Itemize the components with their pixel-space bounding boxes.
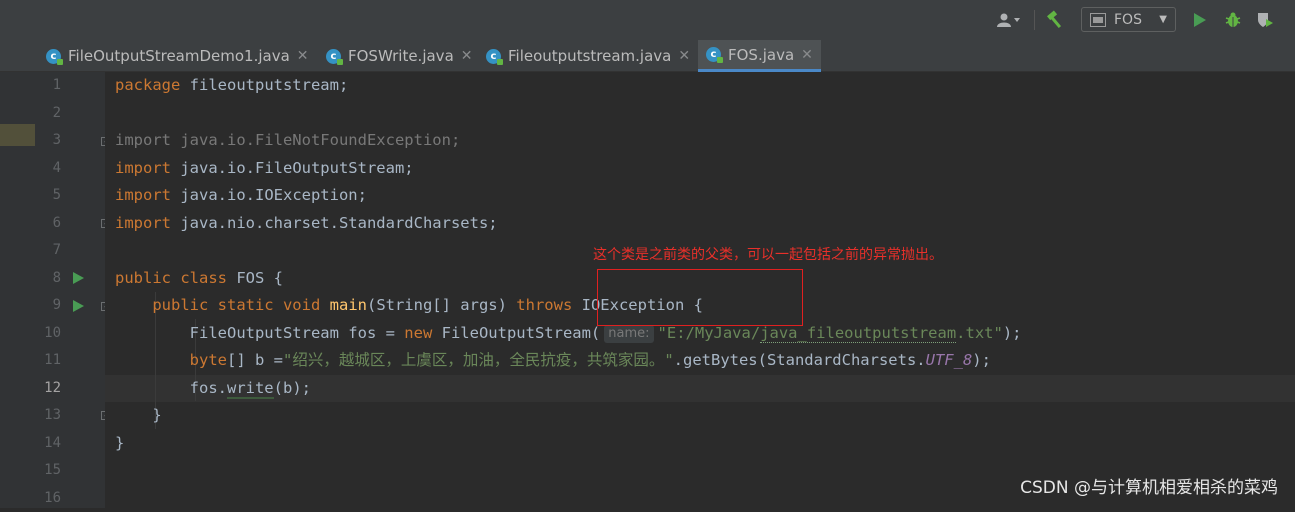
tab-fos[interactable]: c FOS.java ✕ — [698, 40, 821, 72]
code-text: fos. — [190, 379, 227, 397]
keyword: import — [115, 214, 171, 232]
line-number: 11 — [35, 347, 61, 375]
watermark: CSDN @与计算机相爱相杀的菜鸡 — [1020, 473, 1278, 498]
line-number: 3 — [35, 127, 61, 155]
line-number: 14 — [35, 430, 61, 458]
line-number: 6 — [35, 210, 61, 238]
tab-label: FileOutputStreamDemo1.java — [68, 47, 290, 65]
method-call: write — [227, 379, 274, 399]
code-text: java.io.FileOutputStream; — [171, 159, 414, 177]
line-number: 8 — [35, 265, 61, 293]
build-hammer-icon[interactable] — [1042, 0, 1070, 40]
source-code[interactable]: package fileoutputstream; import java.io… — [115, 72, 1022, 457]
keyword: public static void — [152, 296, 320, 314]
keyword: import — [115, 159, 171, 177]
code-text: FOS { — [227, 269, 283, 287]
tab-foswrite[interactable]: c FOSWrite.java ✕ — [318, 40, 478, 72]
line-number: 1 — [35, 72, 61, 100]
line-number: 10 — [35, 320, 61, 348]
code-text: [] b = — [227, 351, 283, 369]
close-icon[interactable]: ✕ — [678, 48, 690, 64]
run-main-gutter-icon[interactable] — [73, 300, 84, 312]
run-configuration-dropdown[interactable]: FOS ▼ — [1081, 7, 1176, 32]
code-text: } — [152, 406, 161, 424]
tab-fileoutputstream[interactable]: c Fileoutputstream.java ✕ — [478, 40, 698, 72]
code-text: FileOutputStream( — [432, 324, 600, 342]
user-icon[interactable] — [992, 0, 1026, 40]
code-text: ); — [1003, 324, 1022, 342]
keyword: throws — [516, 296, 572, 314]
code-text: } — [115, 434, 124, 452]
tab-label: FOS.java — [728, 46, 794, 64]
code-text: fileoutputstream; — [180, 76, 348, 94]
close-icon[interactable]: ✕ — [801, 47, 813, 63]
code-text: (b); — [274, 379, 311, 397]
run-icon[interactable] — [1188, 0, 1212, 40]
keyword: new — [404, 324, 432, 342]
string-literal-typo: java_fileoutputstream — [760, 324, 956, 343]
keyword: import — [115, 186, 171, 204]
code-text: FileOutputStream fos = — [190, 324, 405, 342]
string-literal: "绍兴，越城区，上虞区，加油，全民抗疫，共筑家园。" — [283, 351, 674, 369]
line-number-gutter: 1 2 3 4 5 6 7 8 9 10 11 12 13 14 15 16 -… — [35, 72, 105, 508]
run-config-icon — [1090, 13, 1106, 27]
line-number: 13 — [35, 402, 61, 430]
keyword: byte — [190, 351, 227, 369]
line-number-current: 12 — [35, 375, 61, 403]
line-number: 2 — [35, 100, 61, 128]
line-number: 7 — [35, 237, 61, 265]
code-text: .getBytes(StandardCharsets. — [674, 351, 926, 369]
java-class-icon: c — [706, 47, 721, 62]
java-class-icon: c — [486, 49, 501, 64]
close-icon[interactable]: ✕ — [461, 48, 473, 64]
code-text: ); — [972, 351, 991, 369]
unused-import: import java.io.FileNotFoundException; — [115, 131, 460, 149]
chevron-down-icon: ▼ — [1159, 14, 1167, 25]
constant: UTF_8 — [926, 351, 973, 369]
tab-fileoutputstreamdemo1[interactable]: c FileOutputStreamDemo1.java ✕ — [38, 40, 318, 72]
editor-tab-bar: c FileOutputStreamDemo1.java ✕ c FOSWrit… — [0, 40, 1295, 72]
run-class-gutter-icon[interactable] — [73, 272, 84, 284]
line-number: 5 — [35, 182, 61, 210]
tab-label: FOSWrite.java — [348, 47, 454, 65]
keyword: package — [115, 76, 180, 94]
annotation-text: 这个类是之前类的父类，可以一起包括之前的异常抛出。 — [593, 244, 943, 264]
annotation-highlight-box — [597, 269, 803, 326]
tab-label: Fileoutputstream.java — [508, 47, 671, 65]
toolbar-separator — [1034, 10, 1035, 30]
string-literal: .txt" — [956, 324, 1003, 342]
java-class-icon: c — [326, 49, 341, 64]
code-text: java.nio.charset.StandardCharsets; — [171, 214, 498, 232]
line-number: 9 — [35, 292, 61, 320]
method-name: main — [330, 296, 367, 314]
line-number: 4 — [35, 155, 61, 183]
java-class-icon: c — [46, 49, 61, 64]
bookmark-marker — [0, 124, 35, 146]
main-toolbar: FOS ▼ — [0, 0, 1295, 40]
code-text: java.io.IOException; — [171, 186, 367, 204]
run-config-label: FOS — [1114, 12, 1142, 28]
string-literal: "E:/MyJava/ — [658, 324, 761, 342]
code-text: (String[] args) — [367, 296, 516, 314]
parameter-hint: name: — [604, 325, 653, 343]
close-icon[interactable]: ✕ — [297, 48, 309, 64]
left-tool-strip — [0, 72, 35, 508]
debug-icon[interactable] — [1220, 0, 1246, 40]
coverage-icon[interactable] — [1252, 0, 1278, 40]
keyword: public class — [115, 269, 227, 287]
line-number: 15 — [35, 457, 61, 485]
